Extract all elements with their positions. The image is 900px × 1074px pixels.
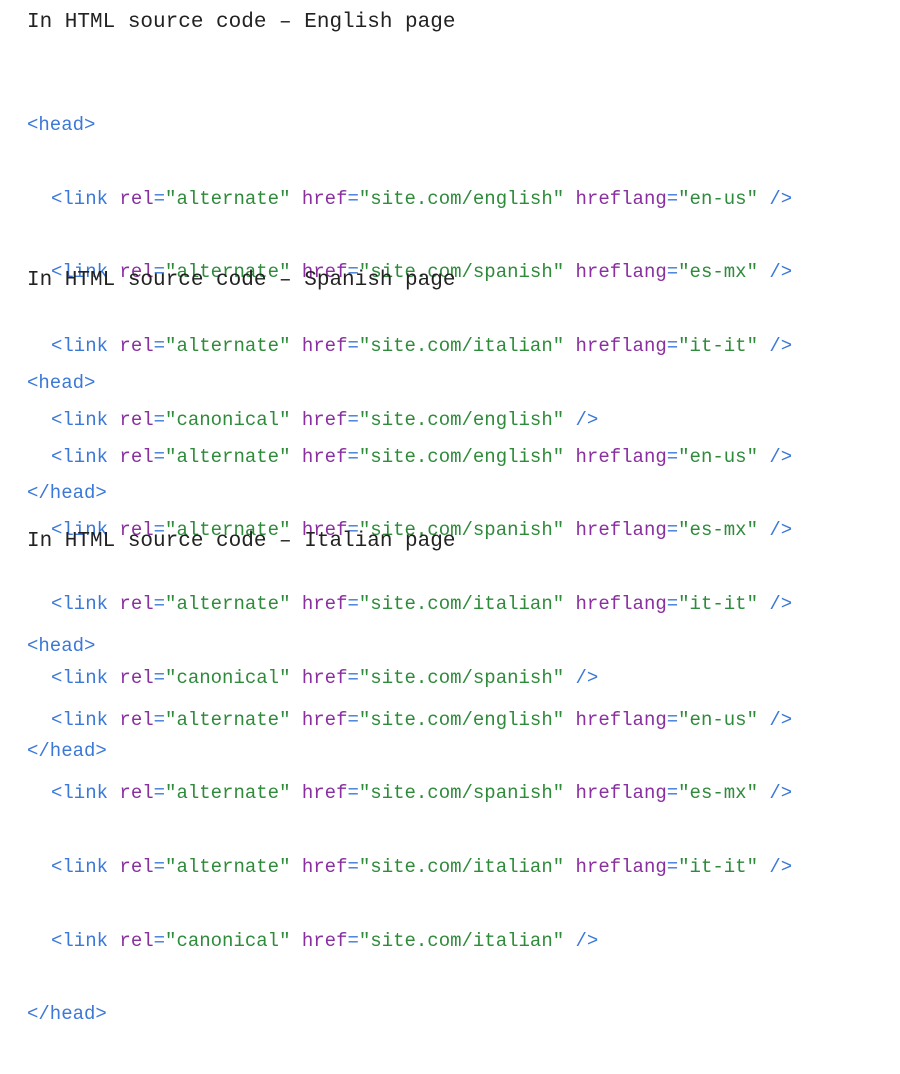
code-line: <link rel="alternate" href="site.com/eng… — [27, 706, 792, 736]
equals-sign: = — [153, 929, 166, 952]
equals-sign: = — [347, 856, 359, 879]
rel-value: "alternate" — [165, 445, 291, 468]
equals-sign: = — [666, 782, 679, 805]
hreflang-attr: hreflang — [575, 445, 667, 468]
rel-attr: rel — [119, 187, 154, 210]
href-value: "site.com/english" — [358, 445, 565, 468]
head-open-tag: <head> — [27, 114, 96, 136]
head-open-tag: <head> — [27, 635, 96, 657]
self-close: /> — [769, 261, 793, 284]
equals-sign: = — [153, 782, 166, 805]
hreflang-attr: hreflang — [575, 708, 667, 731]
self-close: /> — [769, 445, 793, 468]
hreflang-attr: hreflang — [575, 782, 667, 805]
self-close: /> — [769, 708, 793, 731]
href-attr: href — [301, 929, 348, 952]
hreflang-value: "en-us" — [678, 445, 758, 468]
equals-sign: = — [347, 929, 359, 952]
equals-sign: = — [666, 445, 679, 468]
code-line: <link rel="canonical" href="site.com/ita… — [27, 927, 792, 957]
link-tag-open: <link — [51, 708, 109, 731]
hreflang-value: "es-mx" — [678, 782, 758, 805]
rel-value: "alternate" — [165, 187, 291, 210]
self-close: /> — [769, 782, 793, 805]
hreflang-value: "it-it" — [678, 856, 758, 879]
rel-attr: rel — [119, 856, 154, 879]
equals-sign: = — [153, 856, 166, 879]
equals-sign: = — [666, 856, 679, 879]
rel-attr: rel — [119, 708, 154, 731]
hreflang-value: "es-mx" — [678, 261, 758, 284]
equals-sign: = — [666, 519, 679, 542]
hreflang-attr: hreflang — [575, 261, 667, 284]
equals-sign: = — [666, 187, 679, 210]
equals-sign: = — [347, 782, 359, 805]
rel-value: "alternate" — [165, 856, 291, 879]
rel-value: "alternate" — [165, 782, 291, 805]
href-attr: href — [301, 708, 348, 731]
href-value: "site.com/english" — [358, 708, 565, 731]
href-value: "site.com/spanish" — [358, 782, 565, 805]
hreflang-attr: hreflang — [575, 187, 667, 210]
link-tag-open: <link — [51, 187, 109, 210]
code-block-italian: <head> <link rel="alternate" href="site.… — [27, 588, 792, 1074]
hreflang-value: "en-us" — [678, 187, 758, 210]
rel-attr: rel — [119, 445, 154, 468]
rel-value: "canonical" — [165, 929, 291, 952]
hreflang-value: "en-us" — [678, 708, 758, 731]
link-tag-open: <link — [51, 782, 109, 805]
code-line: <link rel="alternate" href="site.com/ita… — [27, 853, 792, 883]
equals-sign: = — [153, 708, 166, 731]
link-tag-open: <link — [51, 856, 109, 879]
href-value: "site.com/italian" — [358, 856, 565, 879]
section-heading-english: In HTML source code – English page — [27, 11, 456, 34]
rel-value: "alternate" — [165, 708, 291, 731]
equals-sign: = — [347, 708, 359, 731]
hreflang-attr: hreflang — [575, 856, 667, 879]
equals-sign: = — [153, 187, 166, 210]
equals-sign: = — [666, 261, 679, 284]
head-close-tag: </head> — [27, 1003, 107, 1026]
rel-attr: rel — [119, 929, 154, 952]
link-tag-open: <link — [51, 929, 109, 952]
self-close: /> — [575, 929, 599, 952]
href-value: "site.com/italian" — [358, 929, 565, 952]
self-close: /> — [769, 519, 793, 542]
code-line: <link rel="alternate" href="site.com/eng… — [27, 443, 792, 473]
self-close: /> — [769, 187, 793, 210]
section-heading-italian: In HTML source code – Italian page — [27, 530, 456, 553]
href-attr: href — [301, 445, 348, 468]
link-tag-open: <link — [51, 445, 109, 468]
self-close: /> — [769, 856, 793, 879]
href-attr: href — [301, 856, 348, 879]
hreflang-value: "es-mx" — [678, 519, 758, 542]
href-attr: href — [301, 782, 348, 805]
section-heading-spanish: In HTML source code – Spanish page — [27, 269, 456, 292]
code-line: <link rel="alternate" href="site.com/spa… — [27, 779, 792, 809]
equals-sign: = — [347, 187, 359, 210]
equals-sign: = — [347, 445, 359, 468]
equals-sign: = — [153, 445, 166, 468]
rel-attr: rel — [119, 782, 154, 805]
code-example-page: In HTML source code – English page <head… — [0, 0, 900, 1025]
code-line: <link rel="alternate" href="site.com/eng… — [27, 185, 792, 215]
head-open-tag: <head> — [27, 372, 96, 394]
hreflang-attr: hreflang — [575, 519, 667, 542]
href-value: "site.com/english" — [358, 187, 565, 210]
href-attr: href — [301, 187, 348, 210]
equals-sign: = — [666, 708, 679, 731]
